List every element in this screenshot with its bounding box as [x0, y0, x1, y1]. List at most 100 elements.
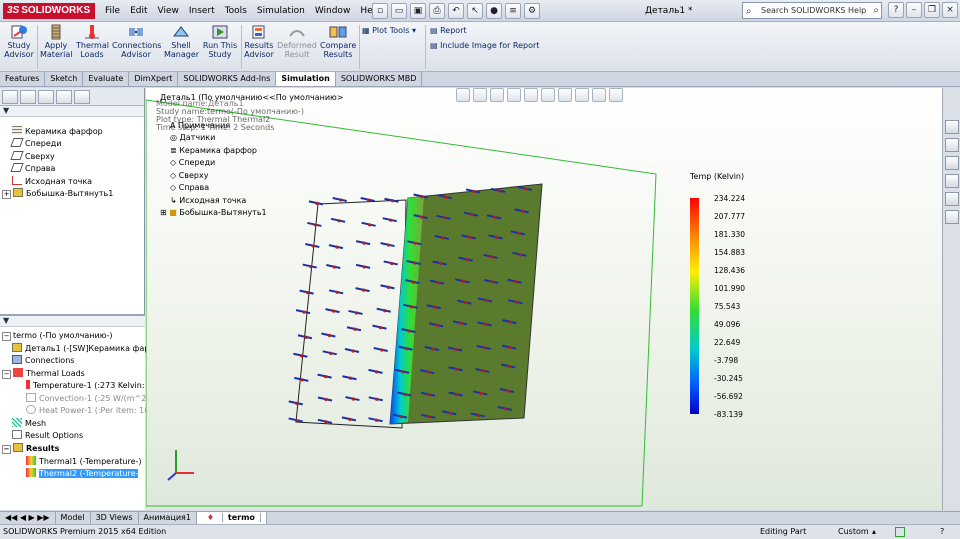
- plot-tools-button[interactable]: ▦ Plot Tools ▾: [362, 25, 416, 37]
- select-arrow-icon[interactable]: ↖: [467, 3, 483, 19]
- load-convection[interactable]: Convection-1 (:25 W/(m^2.: [26, 393, 149, 405]
- tree-item-top-plane[interactable]: Сверху: [10, 151, 55, 163]
- save-icon[interactable]: ▣: [410, 3, 426, 19]
- temperature-legend[interactable]: Temp (Kelvin) 234.224 207.777 181.330 15…: [690, 172, 745, 419]
- previous-view-icon[interactable]: [490, 88, 504, 102]
- study-result-options[interactable]: Result Options: [12, 430, 83, 442]
- tab-3d-views[interactable]: 3D Views: [91, 512, 139, 524]
- view-settings-icon[interactable]: [609, 88, 623, 102]
- thermal-loads-button[interactable]: Thermal Loads: [76, 24, 109, 59]
- deformed-result-button[interactable]: Deformed Result: [277, 24, 317, 59]
- run-this-study-button[interactable]: Run This Study: [202, 24, 238, 59]
- nav-arrows-icon[interactable]: ◀◀ ◀ ▶ ▶▶: [0, 512, 56, 524]
- tree-item-material[interactable]: Керамика фарфор: [12, 126, 103, 138]
- study-part[interactable]: Деталь1 (-[SW]Керамика фарф: [12, 343, 156, 355]
- flyout-material[interactable]: ≣ Керамика фарфор: [170, 145, 257, 158]
- flyout-annotations[interactable]: A Примечания: [170, 120, 230, 133]
- search-magnifier-icon[interactable]: ⌕: [873, 3, 879, 18]
- tree-item-right-plane[interactable]: Справа: [10, 163, 55, 175]
- appearances-icon[interactable]: [945, 192, 959, 206]
- help-search-input[interactable]: ⌕ Search SOLIDWORKS Help ⌕: [742, 2, 882, 19]
- propertymanager-tab-icon[interactable]: [20, 90, 36, 104]
- solidworks-logo[interactable]: 3S SOLIDWORKS: [3, 3, 95, 19]
- dimxpert-tab-icon[interactable]: [56, 90, 72, 104]
- study-results[interactable]: − Results: [2, 443, 59, 455]
- help-icon[interactable]: ?: [940, 525, 944, 539]
- print-icon[interactable]: ⎙: [429, 3, 445, 19]
- collapse-icon[interactable]: −: [2, 332, 11, 341]
- simulation-filter[interactable]: ▼: [0, 316, 145, 327]
- tab-animation[interactable]: Анимация1: [139, 512, 197, 524]
- minimize-icon[interactable]: –: [906, 2, 922, 18]
- resources-icon[interactable]: [945, 120, 959, 134]
- compare-results-button[interactable]: Compare Results: [320, 24, 356, 59]
- flyout-front-plane[interactable]: ◇ Спереди: [170, 157, 215, 170]
- expand-icon[interactable]: +: [2, 190, 11, 199]
- tab-mbd[interactable]: SOLIDWORKS MBD: [336, 72, 423, 86]
- undo-icon[interactable]: ↶: [448, 3, 464, 19]
- view-orientation-icon[interactable]: [524, 88, 538, 102]
- hide-show-items-icon[interactable]: [558, 88, 572, 102]
- results-advisor-button[interactable]: Results Advisor: [244, 24, 274, 59]
- flyout-sensors[interactable]: ◎ Датчики: [170, 132, 215, 145]
- load-temperature[interactable]: Temperature-1 (:273 Kelvin:: [26, 380, 145, 392]
- menu-window[interactable]: Window: [310, 0, 356, 22]
- units-dropdown-icon[interactable]: ▴: [872, 525, 876, 539]
- file-properties-icon[interactable]: ≡: [505, 3, 521, 19]
- menu-view[interactable]: View: [153, 0, 184, 22]
- help-dropdown-icon[interactable]: ?: [888, 2, 904, 18]
- tree-item-extrude[interactable]: + Бобышка-Вытянуть1: [2, 188, 113, 200]
- menu-simulation[interactable]: Simulation: [252, 0, 310, 22]
- apply-scene-icon[interactable]: [592, 88, 606, 102]
- close-icon[interactable]: ×: [942, 2, 958, 18]
- menu-insert[interactable]: Insert: [184, 0, 220, 22]
- tree-item-origin[interactable]: Исходная точка: [12, 176, 92, 188]
- zoom-to-fit-icon[interactable]: [456, 88, 470, 102]
- restore-icon[interactable]: ❐: [924, 2, 940, 18]
- flyout-right-plane[interactable]: ◇ Справа: [170, 182, 209, 195]
- flyout-top-plane[interactable]: ◇ Сверху: [170, 170, 208, 183]
- new-document-icon[interactable]: ▫: [372, 3, 388, 19]
- tab-sketch[interactable]: Sketch: [45, 72, 84, 86]
- collapse-icon[interactable]: −: [2, 445, 11, 454]
- tab-evaluate[interactable]: Evaluate: [83, 72, 130, 86]
- flyout-origin[interactable]: ↳ Исходная точка: [170, 195, 246, 208]
- include-image-button[interactable]: ▤ Include Image for Report: [430, 40, 539, 52]
- expand-icon[interactable]: ⊞: [160, 208, 169, 217]
- file-explorer-icon[interactable]: [945, 156, 959, 170]
- appearance-tab-icon[interactable]: [74, 90, 90, 104]
- custom-properties-icon[interactable]: [945, 210, 959, 224]
- tab-model[interactable]: Model: [56, 512, 91, 524]
- tab-simulation[interactable]: Simulation: [276, 72, 336, 86]
- tab-dimxpert[interactable]: DimXpert: [129, 72, 179, 86]
- study-mesh[interactable]: Mesh: [12, 418, 46, 430]
- open-folder-icon[interactable]: ▭: [391, 3, 407, 19]
- flyout-part[interactable]: Деталь1 (По умолчанию<<По умолчанию>: [160, 92, 343, 105]
- tab-features[interactable]: Features: [0, 72, 46, 86]
- menu-tools[interactable]: Tools: [220, 0, 252, 22]
- feature-filter[interactable]: ▼: [0, 106, 144, 117]
- graphics-area[interactable]: Model name:Деталь1 Study name:termo(-По …: [146, 88, 942, 510]
- shell-manager-button[interactable]: Shell Manager: [164, 24, 199, 59]
- view-palette-icon[interactable]: [945, 174, 959, 188]
- configurationmanager-tab-icon[interactable]: [38, 90, 54, 104]
- zoom-area-icon[interactable]: [473, 88, 487, 102]
- result-thermal1[interactable]: Thermal1 (-Temperature-): [26, 456, 142, 468]
- menu-edit[interactable]: Edit: [125, 0, 152, 22]
- design-library-icon[interactable]: [945, 138, 959, 152]
- study-root[interactable]: − termo (-По умолчанию-): [2, 330, 112, 342]
- display-style-icon[interactable]: [541, 88, 555, 102]
- tab-termo[interactable]: ♦ termo: [196, 512, 267, 524]
- flyout-extrude[interactable]: ⊞ ■ Бобышка-Вытянуть1: [160, 207, 267, 220]
- edit-appearance-icon[interactable]: [575, 88, 589, 102]
- load-heat-power[interactable]: Heat Power-1 (:Per item: 10: [26, 405, 149, 417]
- rebuild-status-icon[interactable]: [895, 527, 905, 537]
- tree-item-front-plane[interactable]: Спереди: [10, 138, 61, 150]
- section-view-icon[interactable]: [507, 88, 521, 102]
- apply-material-button[interactable]: Apply Material: [40, 24, 73, 59]
- tab-addins[interactable]: SOLIDWORKS Add-Ins: [178, 72, 277, 86]
- study-connections[interactable]: Connections: [12, 355, 74, 367]
- study-advisor-button[interactable]: Study Advisor: [4, 24, 34, 59]
- study-thermal-loads[interactable]: − Thermal Loads: [2, 368, 85, 380]
- connections-advisor-button[interactable]: Connections Advisor: [112, 24, 161, 59]
